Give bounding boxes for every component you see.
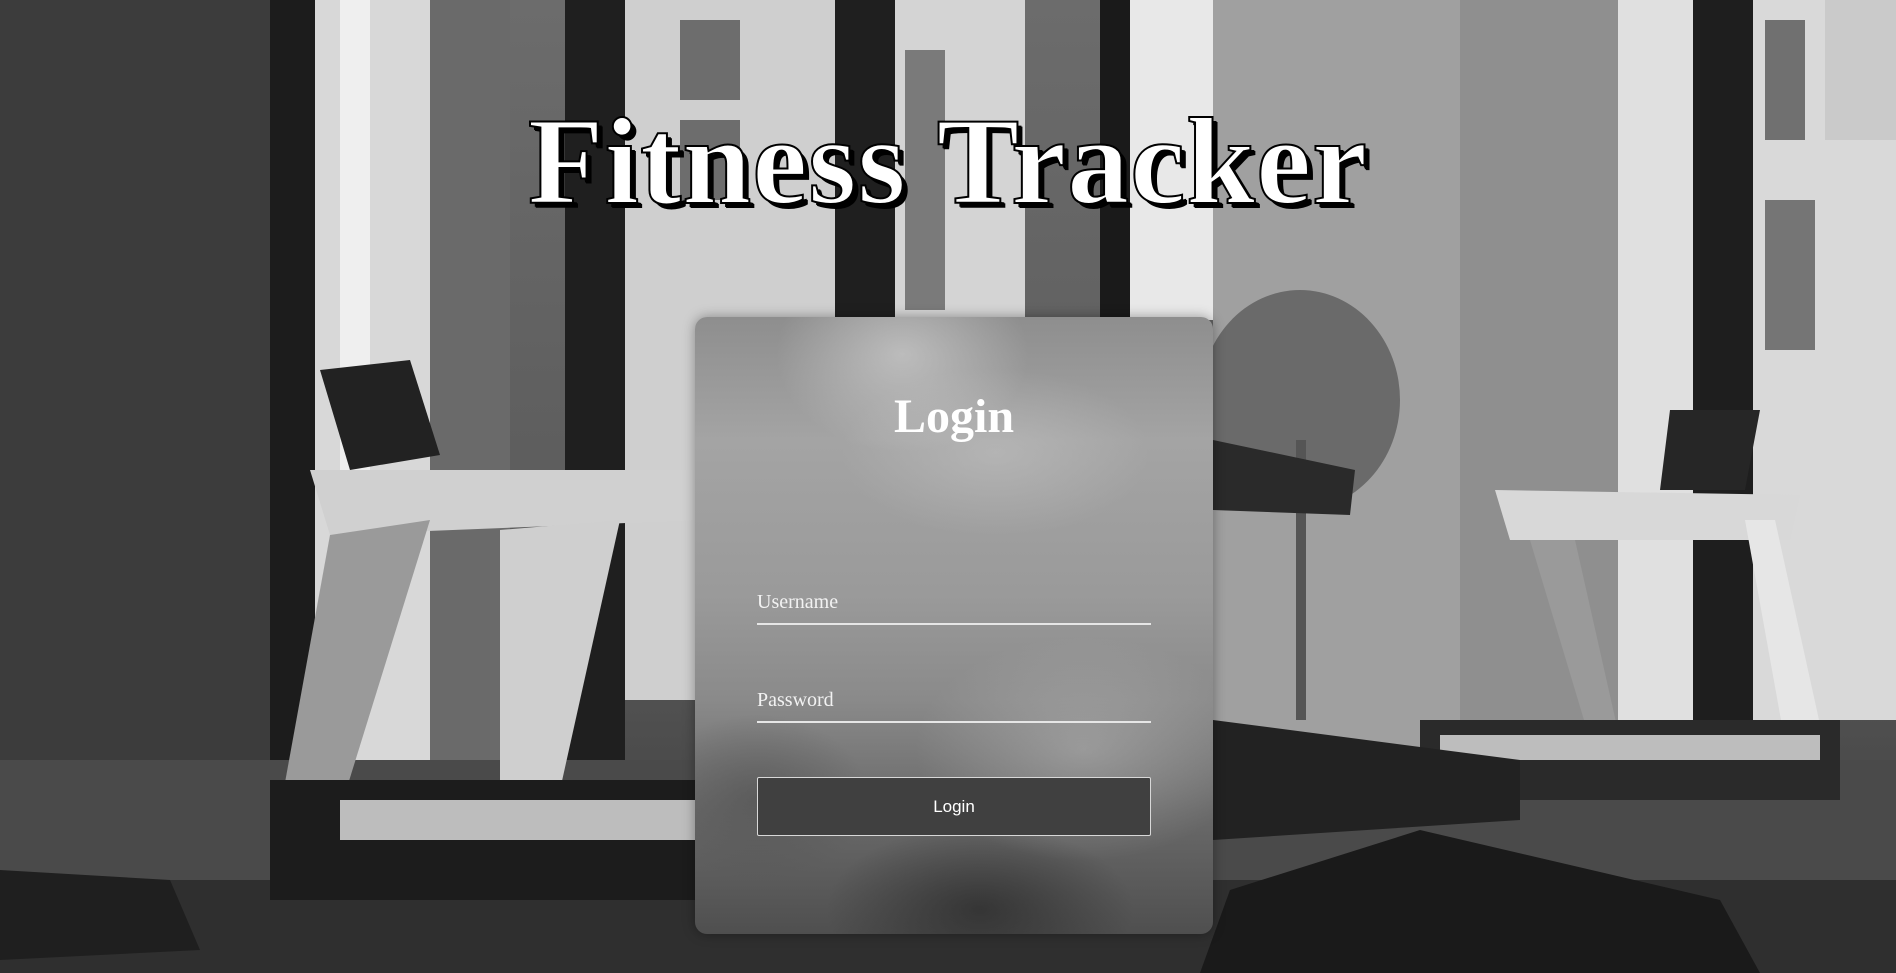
login-card: Login <box>695 317 1213 934</box>
password-input[interactable] <box>757 685 1151 723</box>
login-button[interactable]: Login <box>757 777 1151 836</box>
app-title: Fitness Tracker <box>527 92 1369 231</box>
username-input[interactable] <box>757 587 1151 625</box>
login-heading: Login <box>893 390 1015 443</box>
